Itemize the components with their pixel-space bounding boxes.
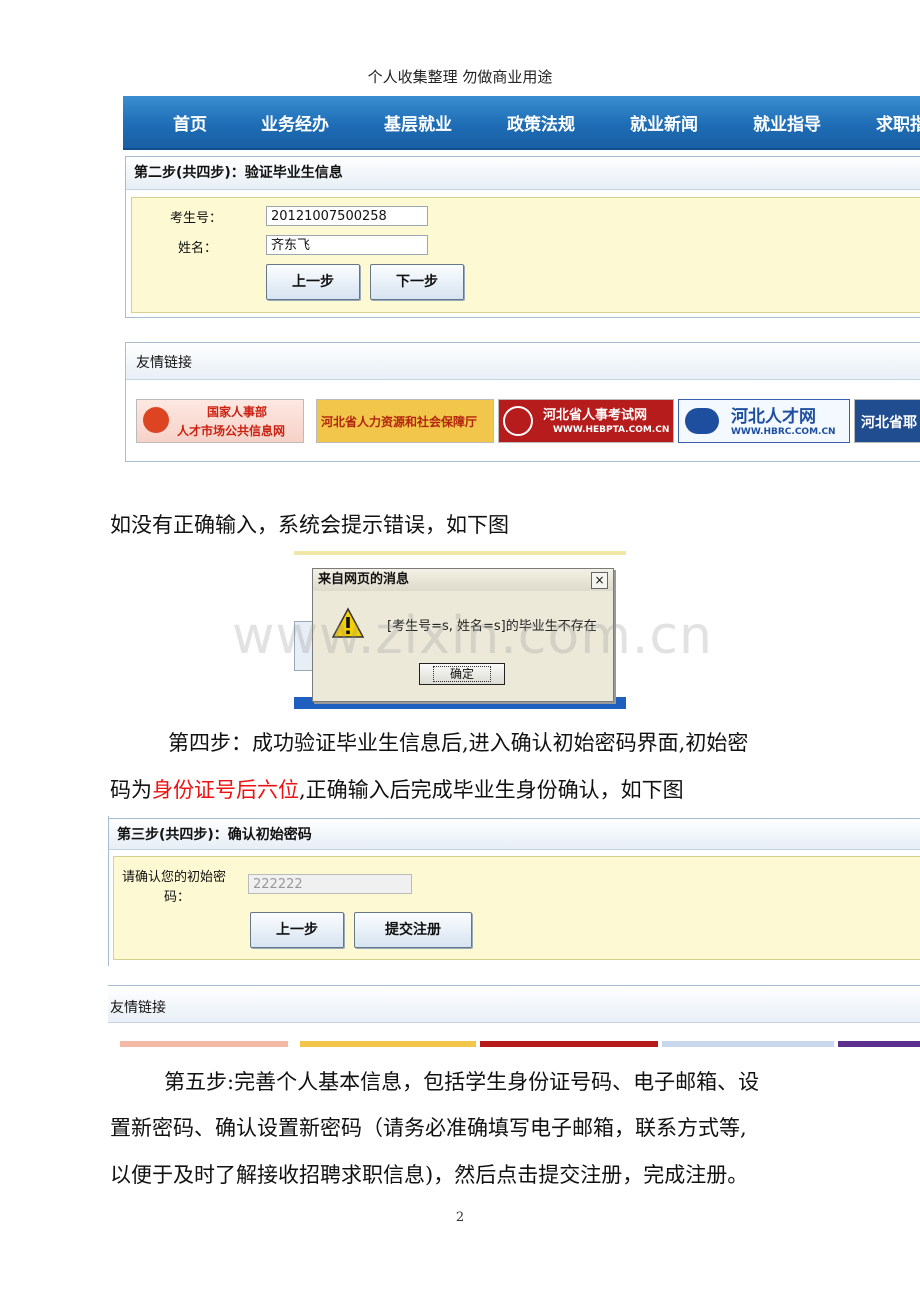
paragraph-step5-line3: 以便于及时了解接收招聘求职信息)，然后点击提交注册，完成注册。 [110,1163,749,1187]
dialog-title: 来自网页的消息 [313,569,613,591]
logo-hebpta[interactable]: 河北省人事考试网 WWW.HEBPTA.COM.CN [498,399,674,443]
header-note: 个人收集整理 勿做商业用途 [367,68,553,86]
step4-highlight: 身份证号后六位 [152,778,299,802]
nav-news[interactable]: 就业新闻 [630,110,698,135]
logo-hebei-hrss-text: 河北省人力资源和社会保障厅 [321,415,478,429]
paragraph-step4-line1: 第四步：成功验证毕业生信息后,进入确认初始密码界面,初始密 [168,731,749,755]
step4-text-b: ,正确输入后完成毕业生身份确认，如下图 [299,778,684,802]
paragraph-step5-line1: 第五步:完善个人基本信息，包括学生身份证号码、电子邮箱、设 [164,1070,760,1094]
screenshot-verify-step: 首页 业务经办 基层就业 政策法规 就业新闻 就业指导 求职指 第二步(共四步)… [120,94,920,466]
logo-strip-5 [838,1041,920,1047]
nav-jobseek[interactable]: 求职指 [876,110,920,135]
logo-strip-2 [300,1041,476,1047]
logo-mohrss[interactable]: 国家人事部 人才市场公共信息网 [136,399,304,443]
logo-hbrc-url: WWW.HBRC.COM.CN [731,427,836,437]
nav-home[interactable]: 首页 [173,110,207,135]
paragraph-step5-line2: 置新密码、确认设置新密码（请务必准确填写电子邮箱，联系方式等, [110,1116,747,1140]
screenshot-confirm-password: 第三步(共四步)：确认初始密码 请确认您的初始密 码： 222222 上一步 提… [108,816,920,966]
logo-strip-1 [120,1041,288,1047]
step3-prev-button[interactable]: 上一步 [250,912,344,948]
nav-guidance[interactable]: 就业指导 [753,110,821,135]
pw-label-line2: 码： [164,890,191,905]
logo-strip-4 [662,1041,834,1047]
exam-number-input[interactable]: 20121007500258 [266,206,428,226]
step3-title: 第三步(共四步)：确认初始密码 [109,818,920,850]
name-label: 姓名： [178,241,218,256]
hebpta-emblem-icon [503,406,533,436]
close-icon[interactable]: × [591,572,608,589]
step4-text-a: 码为 [110,778,152,802]
screenshot-friend-links-2: 友情链接 [108,985,920,1047]
step3-form: 请确认您的初始密 码： 222222 上一步 提交注册 [113,856,920,960]
name-input[interactable]: 齐东飞 [266,235,428,255]
logo-hebei-hrss[interactable]: 河北省人力资源和社会保障厅 [316,399,494,443]
logo-hebei-partial-text: 河北省耶 [861,415,917,431]
pw-label-line1: 请确认您的初始密 [122,870,227,885]
logo-mohrss-line2: 人才市场公共信息网 [177,424,286,438]
bg-strip [294,551,626,555]
nav-policy[interactable]: 政策法规 [507,110,575,135]
step-panel: 第二步(共四步)：验证毕业生信息 考生号： 20121007500258 姓名：… [125,156,920,318]
nav-grassroots[interactable]: 基层就业 [384,110,452,135]
logo-mohrss-line1: 国家人事部 [207,405,268,419]
logo-hebei-partial[interactable]: 河北省耶 [854,399,920,443]
logo-hebpta-text: 河北省人事考试网 [543,408,648,423]
friend-links: 友情链接 国家人事部 人才市场公共信息网 河北省人力资源和社会保障厅 河北省人事… [125,342,920,462]
logo-strip-3 [480,1041,658,1047]
prev-step-button[interactable]: 上一步 [266,264,360,300]
logo-hebpta-url: WWW.HEBPTA.COM.CN [553,425,670,435]
watermark: www.zixin.com.cn [232,606,713,666]
submit-register-button[interactable]: 提交注册 [354,912,472,948]
top-nav: 首页 业务经办 基层就业 政策法规 就业新闻 就业指导 求职指 [123,96,920,150]
hbrc-emblem-icon [685,408,719,434]
step-title: 第二步(共四步)：验证毕业生信息 [126,157,920,190]
paragraph-step4-line2: 码为身份证号后六位,正确输入后完成毕业生身份确认，如下图 [110,774,684,804]
emblem-icon [143,407,169,433]
logo-hbrc-text: 河北人才网 [731,407,816,427]
paragraph-error-intro: 如没有正确输入，系统会提示错误，如下图 [110,513,509,537]
step-form: 考生号： 20121007500258 姓名： 齐东飞 上一步 下一步 [131,197,920,313]
next-step-button[interactable]: 下一步 [370,264,464,300]
exam-number-label: 考生号： [170,211,223,226]
nav-business[interactable]: 业务经办 [261,110,329,135]
ok-button-label: 确定 [432,666,491,682]
page-number: 2 [455,1210,465,1225]
friend-links-title-2: 友情链接 [108,985,920,1023]
ok-button[interactable]: 确定 [419,663,505,685]
friend-links-title: 友情链接 [126,343,920,380]
logo-hbrc[interactable]: 河北人才网 WWW.HBRC.COM.CN [678,399,850,443]
initial-password-input[interactable]: 222222 [248,874,412,894]
